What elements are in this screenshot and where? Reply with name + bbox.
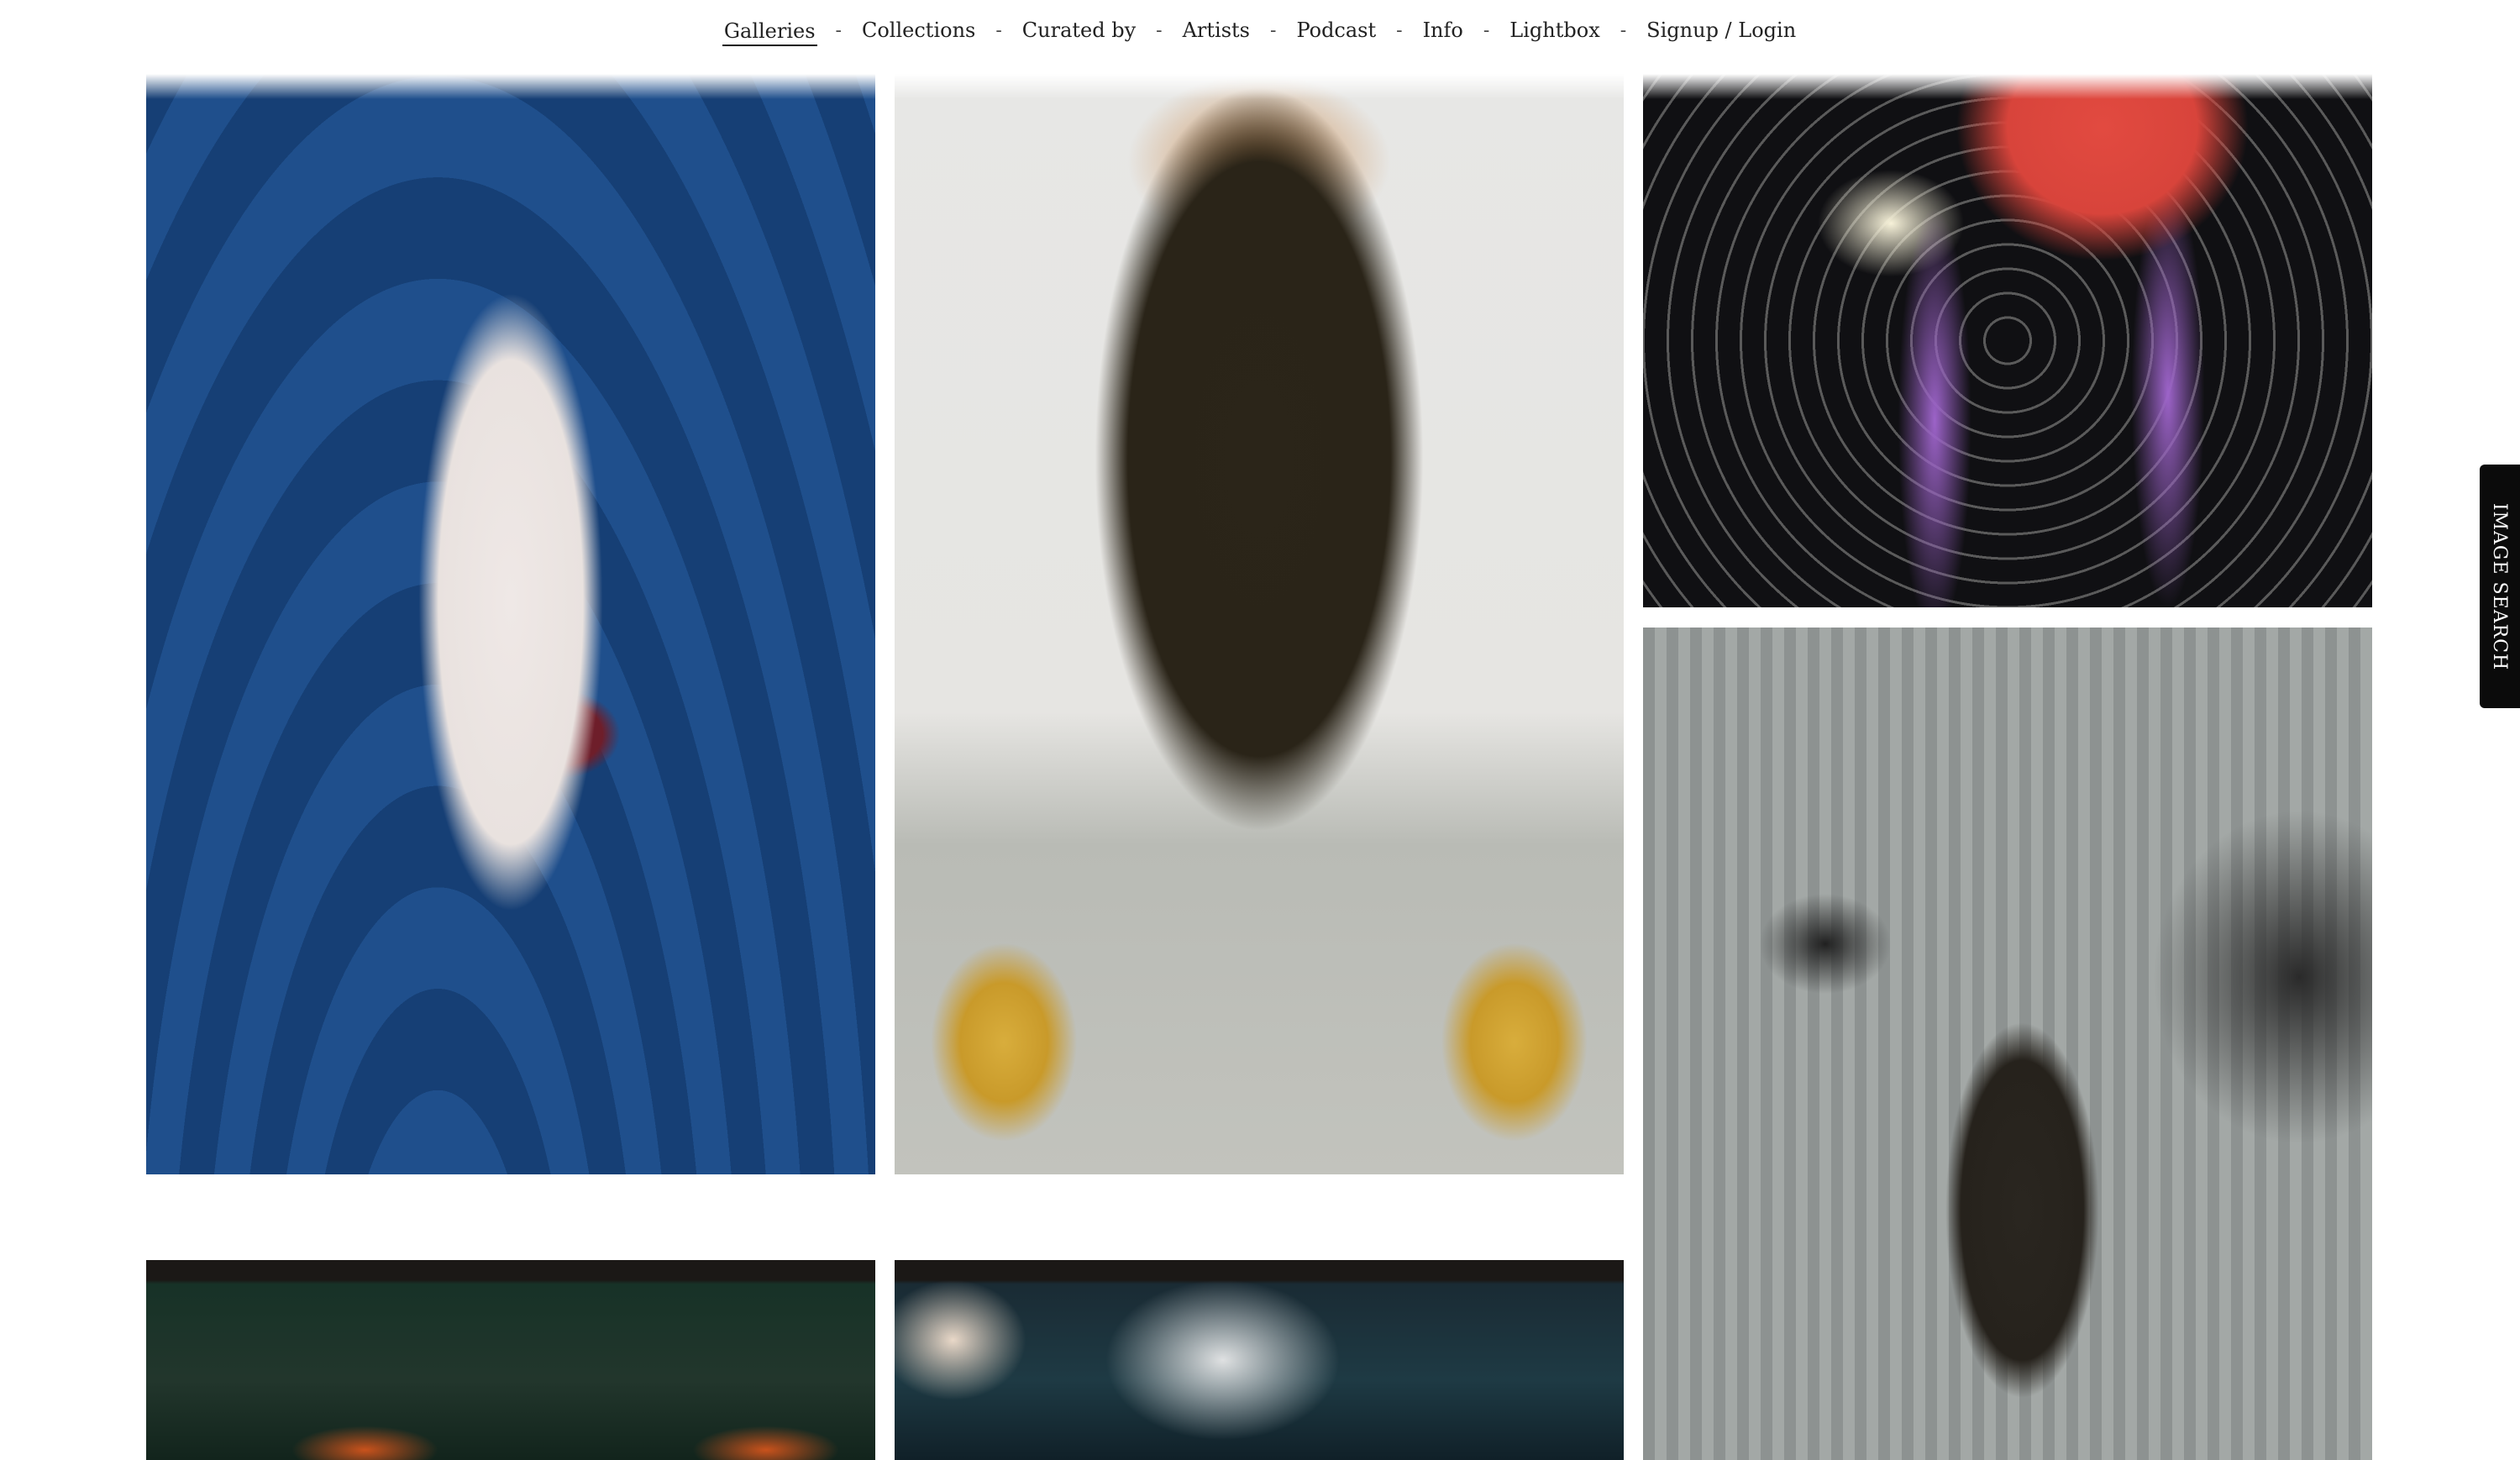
gallery-image-gold-shoes[interactable] bbox=[895, 74, 1624, 1174]
nav-separator: - bbox=[1620, 19, 1627, 41]
gallery-image-woman-floor[interactable] bbox=[1643, 628, 2372, 1460]
nav-collections[interactable]: Collections bbox=[860, 13, 977, 47]
image-search-tab[interactable]: IMAGE SEARCH bbox=[2480, 465, 2520, 708]
image-search-label: IMAGE SEARCH bbox=[2489, 502, 2511, 670]
nav-separator: - bbox=[1396, 19, 1403, 41]
nav-galleries[interactable]: Galleries bbox=[722, 14, 817, 46]
nav-separator: - bbox=[1270, 19, 1277, 41]
gallery-image-dark-interior[interactable] bbox=[895, 1260, 1624, 1460]
nav-separator: - bbox=[1156, 19, 1163, 41]
nav-lightbox[interactable]: Lightbox bbox=[1508, 13, 1601, 47]
nav-separator: - bbox=[1483, 19, 1490, 41]
nav-artists[interactable]: Artists bbox=[1181, 13, 1252, 47]
top-navigation: Galleries - Collections - Curated by - A… bbox=[0, 0, 2520, 60]
nav-curated-by[interactable]: Curated by bbox=[1021, 13, 1137, 47]
nav-separator: - bbox=[835, 19, 842, 41]
nav-signup-login[interactable]: Signup / Login bbox=[1645, 13, 1798, 47]
nav-separator: - bbox=[995, 19, 1002, 41]
film-frame-edge bbox=[895, 1260, 1624, 1279]
photo-dark-interior bbox=[895, 1260, 1624, 1460]
gallery-image-green-interior[interactable] bbox=[146, 1260, 875, 1460]
gallery-image-theater-suit[interactable] bbox=[146, 74, 875, 1174]
photo-green-interior bbox=[146, 1260, 875, 1460]
photo-woman-floor bbox=[1643, 628, 2372, 1460]
photo-gold-shoes bbox=[895, 74, 1624, 1174]
nav-podcast[interactable]: Podcast bbox=[1294, 13, 1378, 47]
nav-info[interactable]: Info bbox=[1421, 13, 1465, 47]
photo-purple-boots bbox=[1643, 74, 2372, 607]
photo-theater-suit bbox=[146, 74, 875, 1174]
gallery-image-purple-boots[interactable] bbox=[1643, 74, 2372, 607]
